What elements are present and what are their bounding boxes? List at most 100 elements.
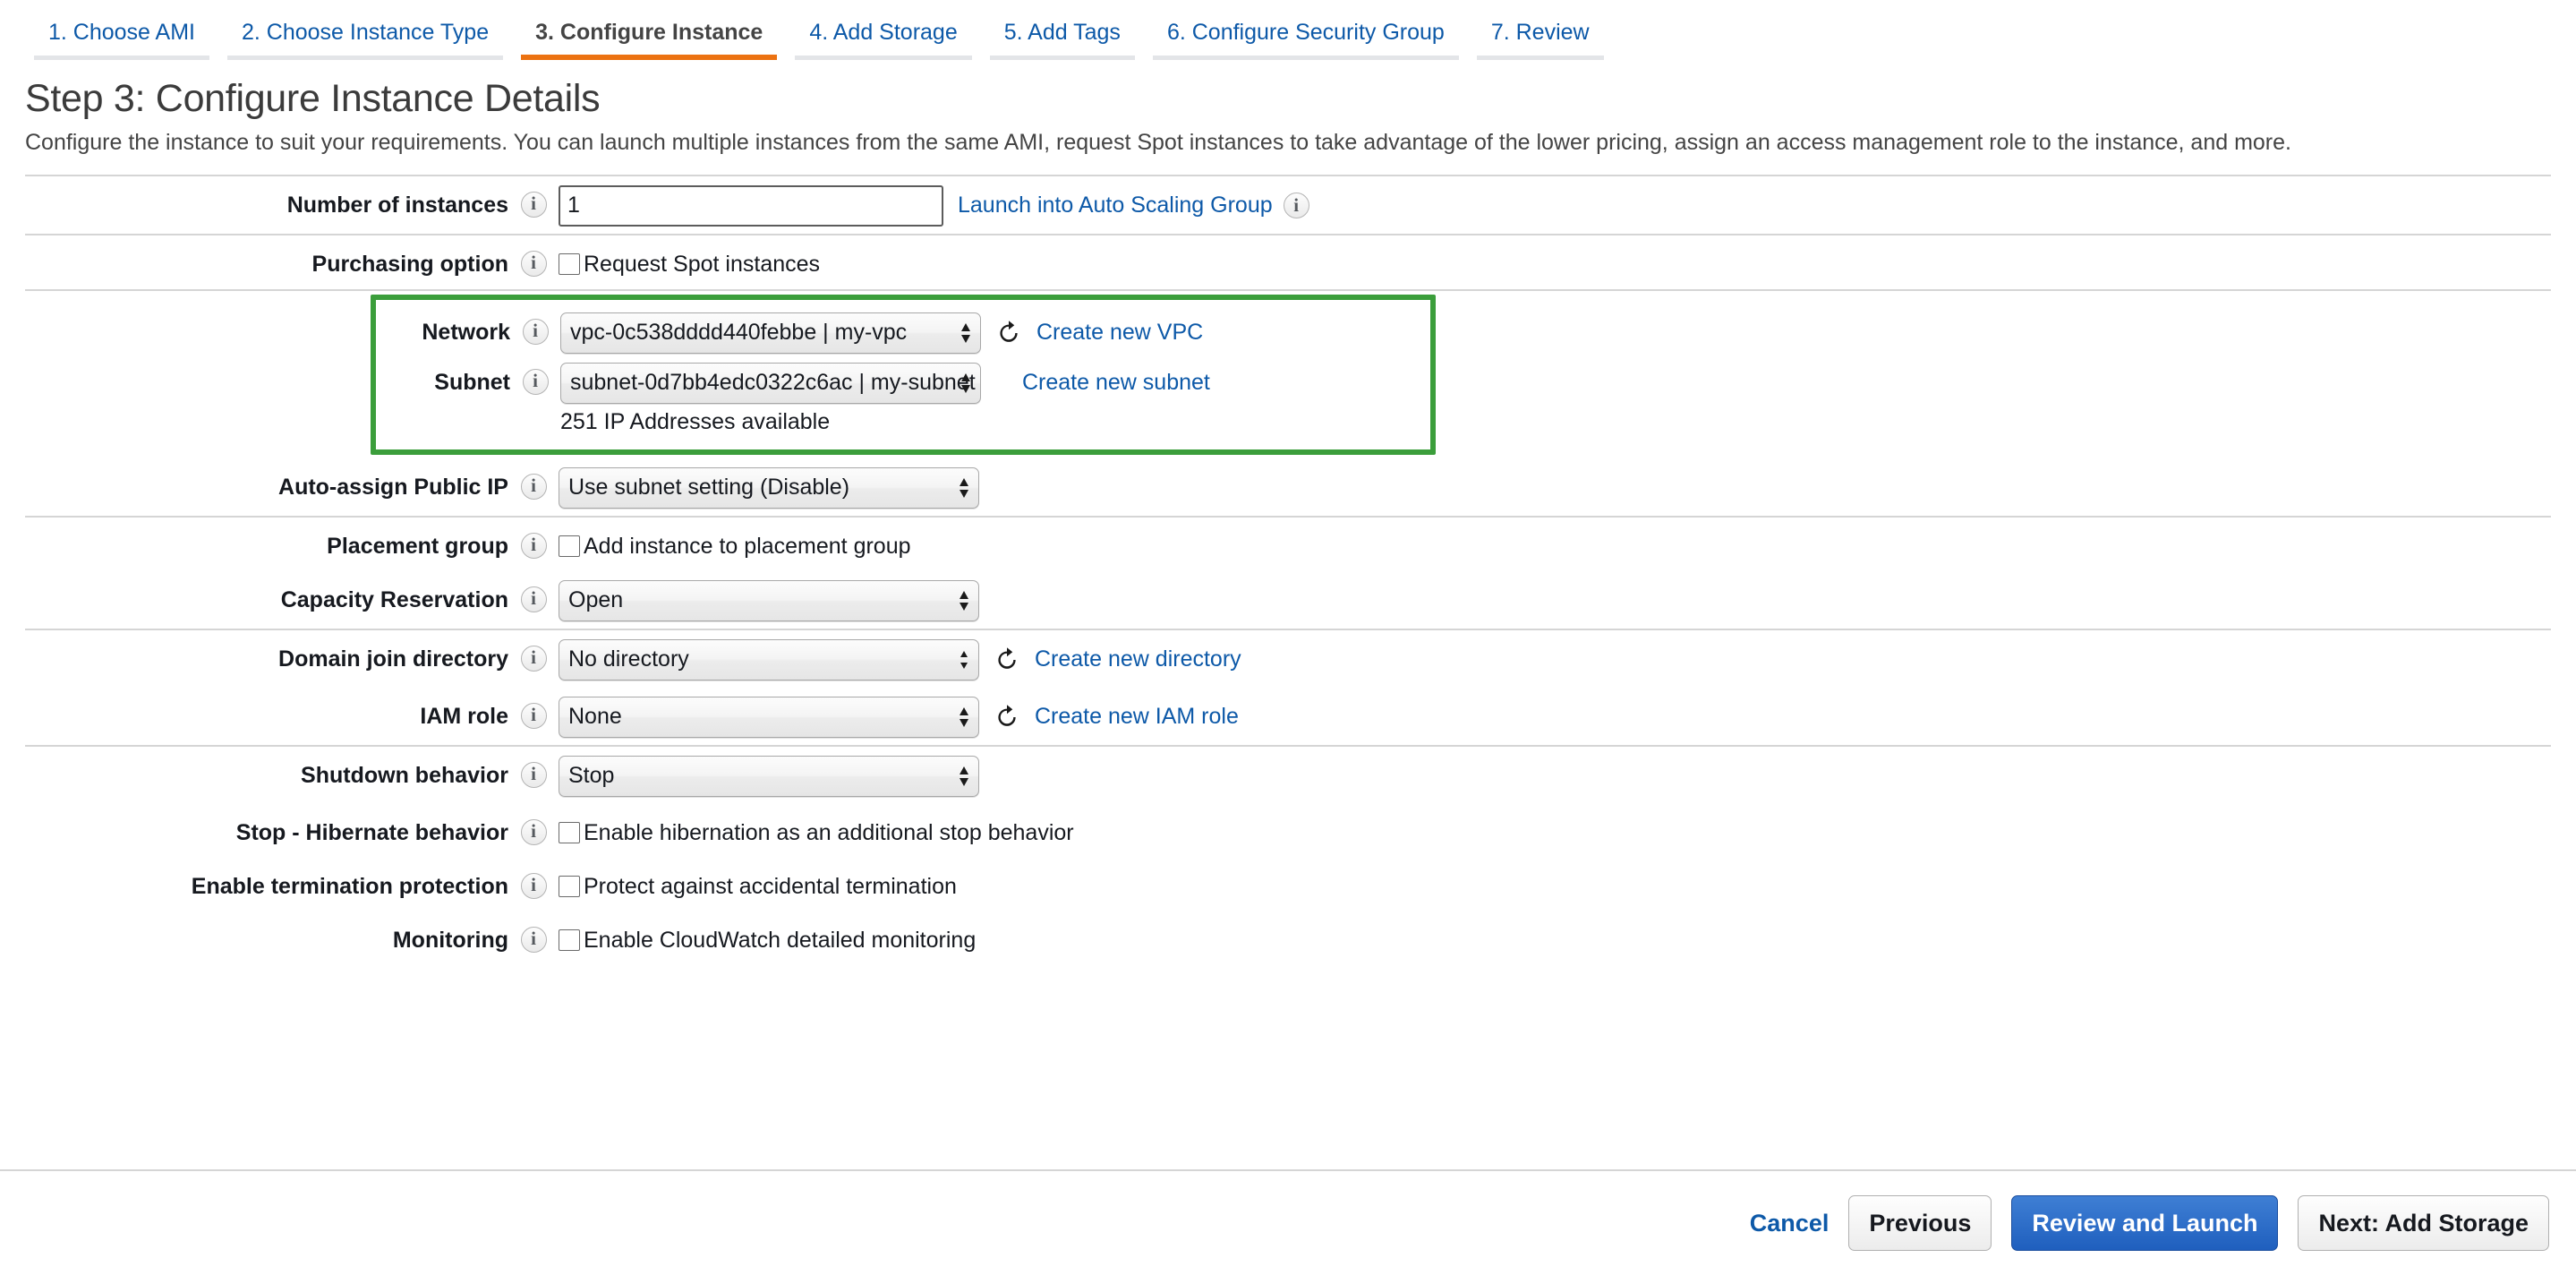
protect-against-accidental-termination-checkbox[interactable] bbox=[559, 876, 580, 898]
updown-arrow-icon bbox=[961, 372, 970, 393]
label-placement-group: Placement group bbox=[327, 533, 508, 559]
network-select[interactable]: vpc-0c538dddd440febbe | my-vpc bbox=[560, 312, 981, 354]
create-new-directory-link[interactable]: Create new directory bbox=[1035, 646, 1241, 672]
request-spot-instances-checkbox[interactable] bbox=[559, 253, 580, 276]
updown-arrow-icon bbox=[960, 590, 968, 611]
info-icon[interactable] bbox=[520, 926, 547, 953]
label-enable-termination-protection: Enable termination protection bbox=[191, 873, 508, 899]
row-shutdown-behavior: Shutdown behavior Stop bbox=[25, 747, 2551, 804]
enable-hibernation-label[interactable]: Enable hibernation as an additional stop… bbox=[584, 820, 1074, 846]
label-monitoring: Monitoring bbox=[392, 927, 508, 953]
subnet-ip-availability-text: 251 IP Addresses available bbox=[560, 408, 831, 434]
tab-choose-instance-type[interactable]: 2. Choose Instance Type bbox=[218, 0, 512, 66]
wizard-action-bar: Cancel Previous Review and Launch Next: … bbox=[0, 1169, 2576, 1275]
protect-against-accidental-termination-label[interactable]: Protect against accidental termination bbox=[584, 874, 957, 900]
number-of-instances-input[interactable] bbox=[559, 184, 943, 227]
page-description: Configure the instance to suit your requ… bbox=[25, 130, 2291, 155]
iam-role-value: None bbox=[568, 703, 622, 729]
info-icon[interactable] bbox=[520, 872, 547, 899]
cancel-button[interactable]: Cancel bbox=[1750, 1210, 1830, 1237]
previous-button[interactable]: Previous bbox=[1848, 1195, 1992, 1251]
launch-into-auto-scaling-group-link[interactable]: Launch into Auto Scaling Group bbox=[958, 193, 1273, 218]
label-number-of-instances: Number of instances bbox=[286, 192, 508, 218]
tab-configure-security-group[interactable]: 6. Configure Security Group bbox=[1144, 0, 1468, 66]
enable-hibernation-checkbox[interactable] bbox=[559, 822, 580, 844]
info-icon[interactable] bbox=[520, 473, 547, 500]
configure-instance-form: Number of instances Launch into Auto Sca… bbox=[0, 174, 2576, 965]
tab-add-storage[interactable]: 4. Add Storage bbox=[786, 0, 980, 66]
updown-arrow-icon bbox=[960, 477, 968, 498]
shutdown-behavior-select[interactable]: Stop bbox=[559, 755, 979, 797]
info-icon[interactable] bbox=[520, 191, 547, 218]
fieldset-network: Network vpc-0c538dddd440febbe | my-vpc C… bbox=[25, 288, 2551, 516]
row-number-of-instances: Number of instances Launch into Auto Sca… bbox=[25, 176, 2551, 234]
row-enable-termination-protection: Enable termination protection Protect ag… bbox=[25, 858, 2551, 911]
info-icon[interactable] bbox=[520, 761, 547, 788]
label-auto-assign-public-ip: Auto-assign Public IP bbox=[278, 474, 508, 500]
enable-cloudwatch-detailed-monitoring-label[interactable]: Enable CloudWatch detailed monitoring bbox=[584, 928, 976, 954]
add-instance-to-placement-group-checkbox[interactable] bbox=[559, 535, 580, 558]
row-network: Network vpc-0c538dddd440febbe | my-vpc C… bbox=[376, 307, 1430, 357]
network-subnet-highlight-box: Network vpc-0c538dddd440febbe | my-vpc C… bbox=[371, 294, 1436, 455]
tab-review[interactable]: 7. Review bbox=[1468, 0, 1613, 66]
capacity-reservation-value: Open bbox=[568, 586, 624, 612]
tab-label: 6. Configure Security Group bbox=[1166, 20, 1445, 45]
tab-label: 2. Choose Instance Type bbox=[241, 20, 490, 45]
capacity-reservation-select[interactable]: Open bbox=[559, 579, 979, 621]
label-subnet: Subnet bbox=[434, 369, 510, 395]
refresh-icon[interactable] bbox=[994, 646, 1020, 673]
enable-cloudwatch-detailed-monitoring-checkbox[interactable] bbox=[559, 929, 580, 952]
tab-add-tags[interactable]: 5. Add Tags bbox=[981, 0, 1144, 66]
fieldset-placement: Placement group Add instance to placemen… bbox=[25, 515, 2551, 629]
domain-join-directory-value: No directory bbox=[568, 646, 689, 672]
add-instance-to-placement-group-label[interactable]: Add instance to placement group bbox=[584, 534, 911, 560]
review-and-launch-button[interactable]: Review and Launch bbox=[2011, 1195, 2279, 1251]
page-title: Step 3: Configure Instance Details bbox=[25, 77, 601, 120]
subnet-select-value: subnet-0d7bb4edc0322c6ac | my-subnet | u… bbox=[570, 369, 980, 395]
info-icon[interactable] bbox=[522, 368, 549, 395]
info-icon[interactable] bbox=[520, 532, 547, 559]
label-network: Network bbox=[422, 319, 510, 345]
label-capacity-reservation: Capacity Reservation bbox=[280, 586, 508, 612]
wizard-tab-bar: 1. Choose AMI 2. Choose Instance Type 3.… bbox=[0, 0, 2576, 66]
info-icon[interactable] bbox=[522, 318, 549, 345]
refresh-icon[interactable] bbox=[994, 704, 1020, 731]
create-new-vpc-link[interactable]: Create new VPC bbox=[1036, 320, 1203, 346]
tab-label: 4. Add Storage bbox=[809, 20, 958, 45]
tab-choose-ami[interactable]: 1. Choose AMI bbox=[25, 0, 218, 66]
create-new-subnet-link[interactable]: Create new subnet bbox=[1022, 370, 1210, 396]
fieldset-purchasing: Purchasing option Request Spot instances bbox=[25, 233, 2551, 289]
info-icon[interactable] bbox=[520, 818, 547, 845]
tab-label: 3. Configure Instance bbox=[535, 20, 763, 45]
iam-role-select[interactable]: None bbox=[559, 696, 979, 738]
subnet-select[interactable]: subnet-0d7bb4edc0322c6ac | my-subnet | u… bbox=[560, 362, 981, 404]
page-header: Step 3: Configure Instance Details Confi… bbox=[0, 66, 2576, 158]
auto-assign-public-ip-value: Use subnet setting (Disable) bbox=[568, 474, 850, 500]
tab-label: 1. Choose AMI bbox=[48, 20, 195, 45]
updown-arrow-icon bbox=[960, 706, 968, 727]
info-icon[interactable] bbox=[520, 645, 547, 672]
auto-assign-public-ip-select[interactable]: Use subnet setting (Disable) bbox=[559, 466, 979, 509]
row-domain-join-directory: Domain join directory No directory Creat… bbox=[25, 630, 2551, 688]
request-spot-instances-label[interactable]: Request Spot instances bbox=[584, 252, 820, 278]
row-iam-role: IAM role None Create new IAM role bbox=[25, 688, 2551, 745]
label-stop-hibernate-behavior: Stop - Hibernate behavior bbox=[235, 819, 508, 845]
tab-label: 7. Review bbox=[1490, 20, 1590, 45]
row-auto-assign-public-ip: Auto-assign Public IP Use subnet setting… bbox=[25, 458, 2551, 516]
fieldset-behavior: Shutdown behavior Stop Stop - Hibernate … bbox=[25, 744, 2551, 965]
next-add-storage-button[interactable]: Next: Add Storage bbox=[2298, 1195, 2549, 1251]
domain-join-directory-select[interactable]: No directory bbox=[559, 638, 979, 680]
info-icon[interactable] bbox=[520, 586, 547, 612]
row-stop-hibernate-behavior: Stop - Hibernate behavior Enable hiberna… bbox=[25, 804, 2551, 858]
tab-configure-instance[interactable]: 3. Configure Instance bbox=[512, 0, 786, 66]
updown-arrow-icon bbox=[960, 766, 968, 786]
tab-label: 5. Add Tags bbox=[1003, 20, 1121, 45]
info-icon[interactable] bbox=[1283, 193, 1309, 219]
create-new-iam-role-link[interactable]: Create new IAM role bbox=[1035, 704, 1239, 730]
label-shutdown-behavior: Shutdown behavior bbox=[301, 762, 508, 788]
info-icon[interactable] bbox=[520, 702, 547, 729]
row-purchasing-option: Purchasing option Request Spot instances bbox=[25, 235, 2551, 289]
row-subnet: Subnet subnet-0d7bb4edc0322c6ac | my-sub… bbox=[376, 357, 1430, 439]
refresh-icon[interactable] bbox=[995, 320, 1022, 347]
info-icon[interactable] bbox=[520, 250, 547, 277]
